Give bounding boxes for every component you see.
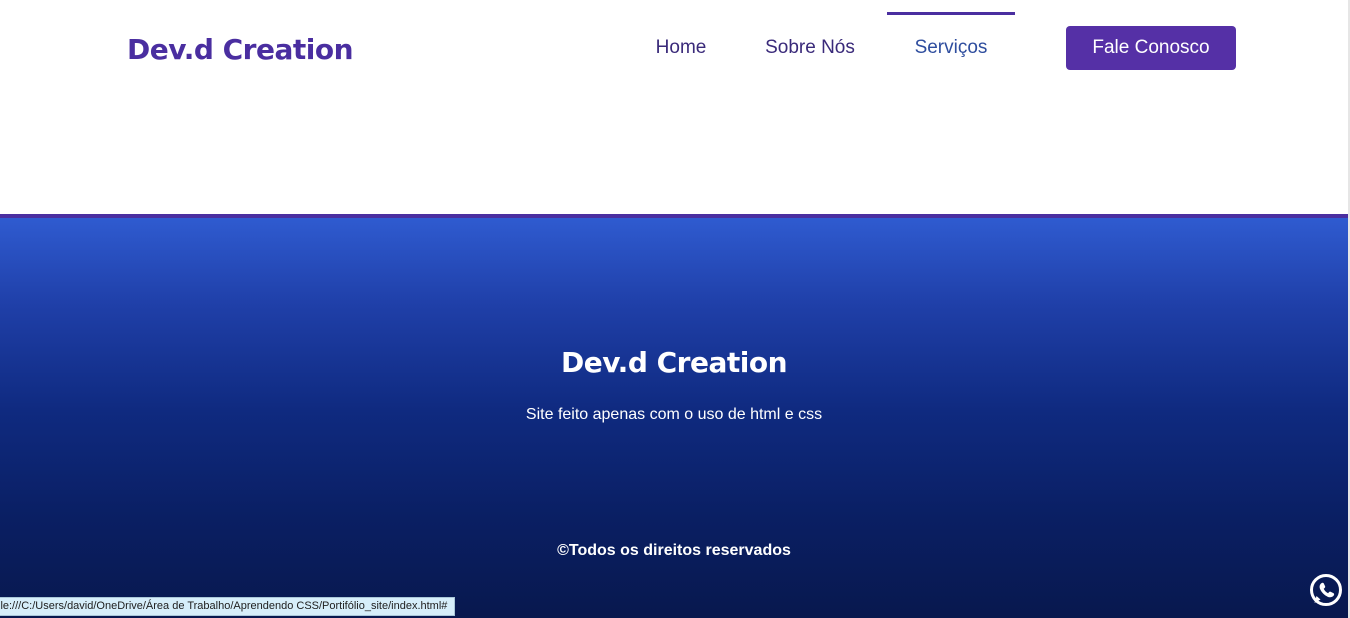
site-header: Dev.d Creation Home Sobre Nós Serviços F… (0, 0, 1348, 215)
page: Dev.d Creation Home Sobre Nós Serviços F… (0, 0, 1350, 618)
whatsapp-icon-graphic (1310, 574, 1342, 606)
status-bar-url: ile:///C:/Users/david/OneDrive/Área de T… (0, 597, 456, 616)
nav-link-home[interactable]: Home (640, 12, 722, 84)
nav-link-sobre-nos[interactable]: Sobre Nós (750, 12, 870, 84)
status-bar-url-text: ile:///C:/Users/david/OneDrive/Área de T… (0, 600, 448, 612)
footer-subtitle: Site feito apenas com o uso de html e cs… (525, 406, 823, 423)
whatsapp-icon[interactable] (1308, 572, 1344, 608)
nav-link-servicos[interactable]: Serviços (887, 12, 1015, 84)
fale-conosco-button[interactable]: Fale Conosco (1066, 26, 1236, 70)
footer-title: Dev.d Creation (560, 346, 788, 379)
site-footer: Dev.d Creation Site feito apenas com o u… (0, 214, 1348, 618)
footer-copyright: ©Todos os direitos reservados (557, 542, 791, 559)
